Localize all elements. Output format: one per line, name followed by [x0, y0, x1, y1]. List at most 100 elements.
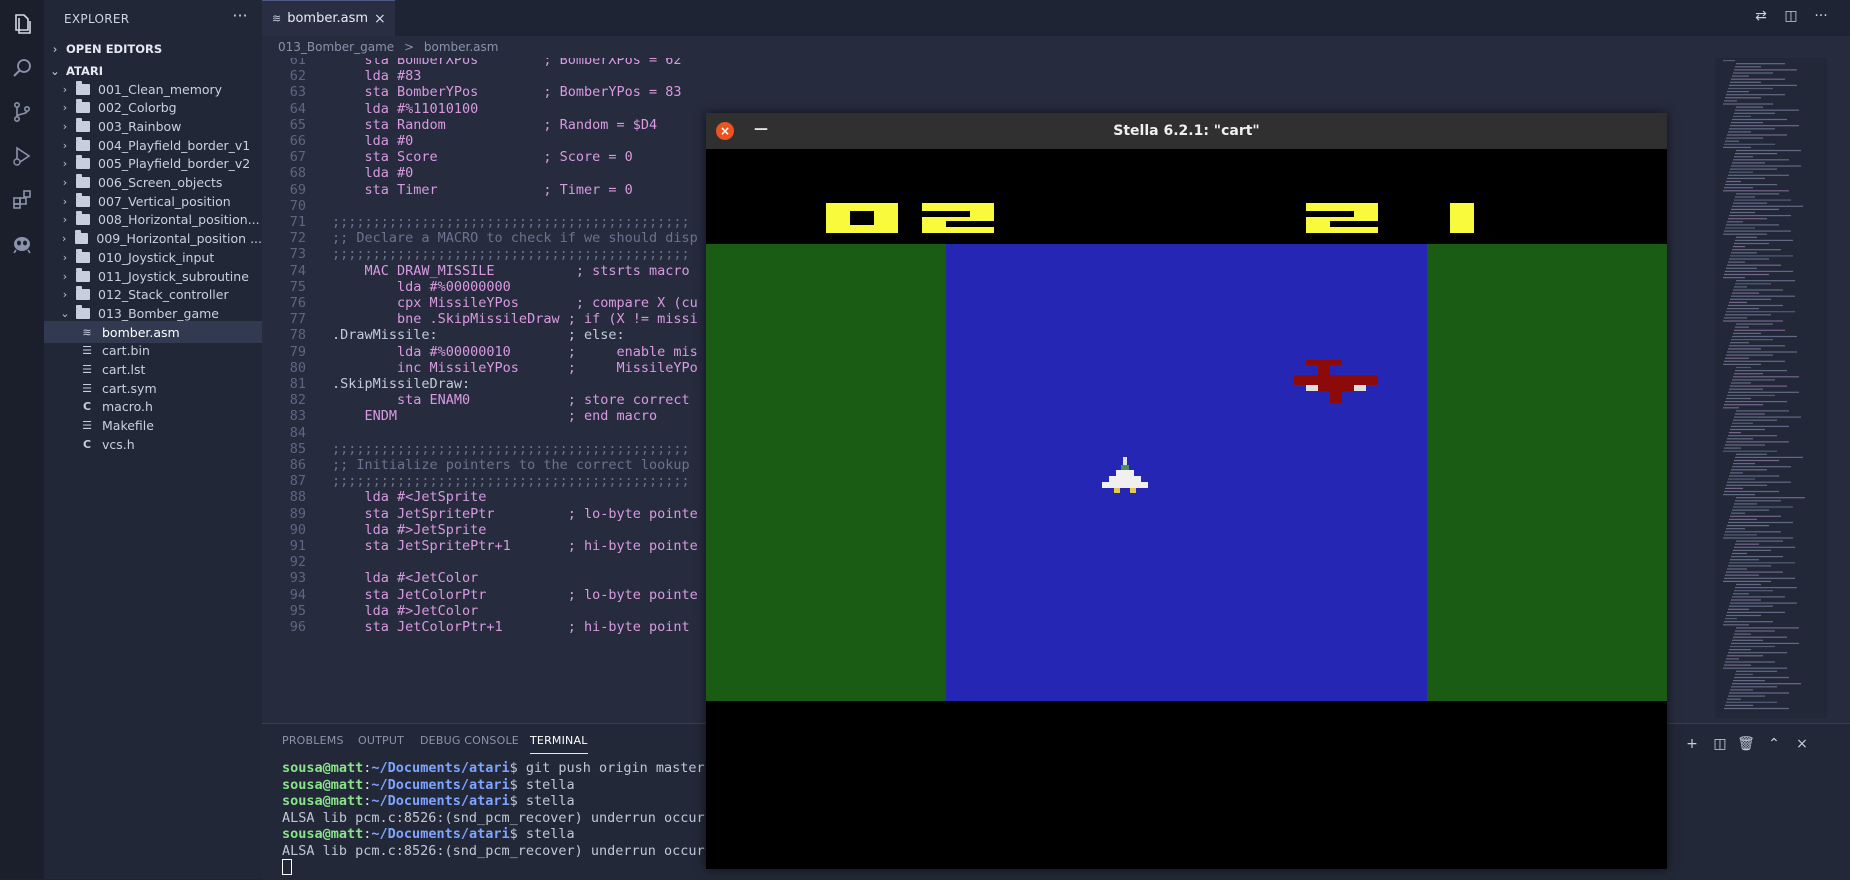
tab-terminal[interactable]: TERMINAL [530, 734, 588, 754]
file-item[interactable]: Cvcs.h [44, 433, 262, 455]
line-number: 72 [289, 230, 306, 247]
folder-icon [76, 304, 90, 319]
more-icon[interactable]: ··· [1810, 8, 1832, 28]
breadcrumb-folder[interactable]: 013_Bomber_game [278, 40, 394, 54]
terminal-output[interactable]: sousa@matt:~/Documents/atari$ git push o… [282, 760, 713, 876]
line-number: 68 [289, 165, 306, 182]
open-editors-section[interactable]: › OPEN EDITORS [44, 38, 262, 60]
code-text: lda #<JetSprite [332, 489, 487, 506]
code-text: lda #>JetSprite [332, 521, 487, 538]
split-editor-icon[interactable]: ◫ [1780, 8, 1802, 28]
folder-icon [76, 248, 90, 263]
new-terminal-icon[interactable]: + [1682, 736, 1702, 754]
stella-title-bar[interactable]: × — Stella 6.2.1: "cart" [706, 113, 1667, 149]
file-label: cart.sym [102, 380, 157, 396]
game-screen[interactable] [706, 149, 1667, 869]
line-number: 92 [289, 554, 306, 571]
split-terminal-icon[interactable]: ◫ [1710, 736, 1730, 754]
line-number: 95 [289, 602, 306, 619]
explorer-icon[interactable] [6, 8, 38, 40]
code-text: sta JetSpritePtr+1 ; hi-byte pointe [332, 538, 698, 554]
code-text: lda #83 [332, 68, 422, 85]
lines-icon: ☰ [82, 381, 92, 395]
code-text: lda #<JetColor [332, 570, 479, 587]
code-text: sta Timer ; Timer = 0 [332, 181, 633, 198]
line-number: 78 [289, 327, 306, 344]
close-icon[interactable]: × [374, 11, 386, 27]
line-number: 91 [289, 538, 306, 554]
tab-problems[interactable]: PROBLEMS [282, 734, 344, 747]
code-text: .SkipMissileDraw: [332, 376, 471, 392]
tab-output[interactable]: OUTPUT [358, 734, 404, 747]
chevron-right-icon: › [62, 176, 68, 189]
alien-icon[interactable] [6, 228, 38, 260]
maximize-panel-icon[interactable]: ⌃ [1764, 736, 1784, 754]
terminal-path: ~/Documents/atari [371, 760, 510, 776]
tab-label: bomber.asm [287, 11, 369, 26]
minimize-icon[interactable]: — [754, 121, 768, 137]
code-text: ;; Initialize pointers to the correct lo… [332, 457, 690, 473]
line-number: 96 [289, 619, 306, 635]
chevron-right-icon: › [62, 138, 68, 152]
code-text: ;;;;;;;;;;;;;;;;;;;;;;;;;;;;;;;;;;;;;;;;… [332, 440, 690, 457]
line-number: 71 [289, 214, 306, 230]
folder-icon [76, 80, 90, 95]
explorer-title: EXPLORER [64, 12, 130, 26]
river [946, 244, 1427, 701]
code-text: lda #0 [332, 165, 414, 182]
code-text: sta BomberYPos ; BomberYPos = 83 [332, 84, 682, 101]
breadcrumb-file[interactable]: bomber.asm [424, 40, 499, 54]
folder-icon [76, 286, 90, 301]
score-digit-0-hole [850, 211, 874, 225]
terminal-command: $ stella [509, 826, 575, 842]
run-debug-icon[interactable] [6, 140, 38, 172]
chevron-down-icon: ⌄ [60, 306, 70, 320]
timer-digit-2 [1306, 203, 1378, 233]
workspace-label: ATARI [66, 64, 103, 78]
source-control-icon[interactable] [6, 96, 38, 128]
minimap[interactable] [1715, 58, 1827, 718]
chevron-right-icon: › [62, 232, 67, 246]
extensions-icon[interactable] [6, 184, 38, 216]
folder-icon [76, 211, 90, 226]
line-number: 66 [289, 133, 306, 149]
close-panel-icon[interactable]: × [1792, 736, 1812, 754]
terminal-line: ALSA lib pcm.c:8526:(snd_pcm_recover) un… [282, 810, 713, 827]
folder-icon [76, 174, 90, 188]
tab-bomber-asm[interactable]: ≋ bomber.asm × [262, 0, 395, 36]
lines-icon: ☰ [82, 363, 92, 376]
line-number: 62 [289, 68, 306, 85]
line-number: 85 [289, 440, 306, 457]
code-text: sta BomberXPos ; BomberXPos = 62 [332, 58, 682, 68]
compare-icon[interactable]: ⇄ [1750, 8, 1772, 28]
terminal-message: ALSA lib pcm.c:8526:(snd_pcm_recover) un… [282, 842, 713, 859]
line-number: 77 [289, 311, 306, 328]
line-number: 65 [289, 116, 306, 133]
line-number: 64 [289, 100, 306, 117]
close-icon[interactable]: × [716, 122, 734, 140]
file-label: vcs.h [102, 436, 135, 452]
file-label: cart.bin [102, 343, 150, 359]
search-icon[interactable] [6, 52, 38, 84]
grass-left [706, 244, 946, 701]
explorer-sidebar: EXPLORER ··· › OPEN EDITORS ⌄ ATARI › 001… [44, 0, 262, 879]
chevron-right-icon: › [62, 288, 68, 302]
trash-icon[interactable]: 🗑 [1736, 736, 1756, 754]
terminal-command: $ git push origin master [509, 760, 705, 776]
line-number: 76 [289, 295, 306, 311]
code-text: sta Score ; Score = 0 [332, 149, 633, 166]
folder-icon [76, 136, 90, 151]
code-text: ;;;;;;;;;;;;;;;;;;;;;;;;;;;;;;;;;;;;;;;;… [332, 473, 690, 490]
chevron-right-icon: › [52, 42, 58, 56]
more-actions-button[interactable]: ··· [226, 6, 254, 26]
terminal-user: sousa@matt [282, 826, 364, 842]
folder-icon [74, 230, 89, 245]
asm-file-icon: ≋ [272, 12, 282, 25]
line-number: 67 [289, 149, 306, 166]
folder-icon [76, 267, 90, 282]
tab-debug-console[interactable]: DEBUG CONSOLE [420, 734, 519, 747]
line-number: 80 [289, 359, 306, 376]
code-text: sta JetColorPtr+1 ; hi-byte point [332, 619, 690, 635]
tab-bar: ≋ bomber.asm × ⇄ ◫ ··· [262, 0, 1850, 36]
folder-label: 002_Colorbg [98, 100, 177, 116]
